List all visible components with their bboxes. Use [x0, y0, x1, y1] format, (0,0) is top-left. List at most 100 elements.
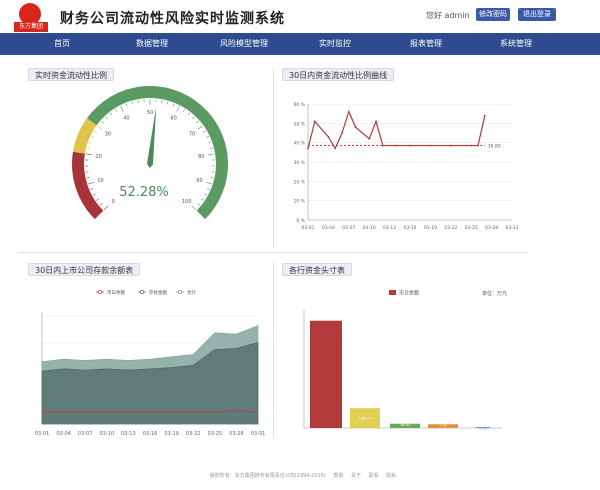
gauge-tick [206, 181, 212, 185]
divider-h [18, 252, 528, 253]
gauge-tick [114, 108, 118, 112]
line-point [341, 132, 343, 134]
gauge-tick [137, 100, 139, 104]
line-xtick: 03-28 [485, 225, 498, 231]
line-ytick: 20 % [294, 179, 306, 185]
gauge-tick [176, 105, 180, 112]
gauge-tick [105, 116, 108, 120]
system-title: 财务公司流动性风险实时监测系统 [60, 11, 285, 27]
area-xtick: 03-07 [78, 431, 93, 437]
line-ytick: 40 % [294, 141, 306, 147]
line-point [307, 147, 309, 150]
area-panel-title: 30日内上市公司存款余额表 [28, 263, 141, 276]
bar-unit-label: 单位：万元 [482, 290, 507, 297]
divider-v-bottom [273, 262, 274, 438]
gauge-tick [88, 141, 92, 144]
line-ytick: 10 % [294, 199, 306, 205]
line-xtick: 03-19 [424, 225, 437, 231]
nav-item-system[interactable]: 系统管理 [500, 33, 532, 55]
bar-panel-title: 各行资金头寸表 [282, 263, 352, 276]
area-xtick: 03-22 [186, 431, 201, 437]
nav-item-home[interactable]: 首页 [54, 33, 70, 55]
gauge-tick-label: 90 [196, 178, 202, 184]
gauge-tick [93, 130, 97, 133]
line-xtick: 03-10 [363, 225, 376, 231]
gauge-band-yellow [72, 118, 97, 154]
line-xtick: 03-22 [444, 225, 457, 231]
line-point [368, 137, 371, 140]
line-panel-title: 30日内资金流动性比例曲线 [282, 68, 395, 81]
nav-item-risk-model[interactable]: 风险模型管理 [220, 33, 268, 55]
gauge-tick [91, 136, 95, 138]
footer: 版权所有：东方集团财务有限责任公司(1994-2016) 帮助 关于 联系 隐私 [0, 472, 600, 479]
gauge-tick [97, 125, 103, 130]
area-legend-marker [178, 290, 182, 294]
area-xtick: 03-01 [35, 431, 50, 437]
app-header: 东方集团 财务公司流动性风险实时监测系统 您好 admin 修改密码 退出登录 [0, 0, 600, 33]
footer-link-help[interactable]: 帮助 [333, 473, 343, 479]
area-legend-marker [98, 290, 102, 294]
area-xtick: 03-10 [100, 431, 115, 437]
line-point [381, 144, 384, 147]
gauge-tick [208, 153, 215, 156]
line-ytick: 60 % [294, 102, 306, 108]
line-point [470, 144, 473, 147]
gauge-tick [92, 193, 96, 196]
line-point [334, 147, 337, 150]
line-xtick: 03-04 [322, 225, 335, 231]
divider-v-top [273, 68, 274, 248]
gauge-tick [99, 203, 103, 206]
line-point [395, 144, 398, 147]
area-legend-marker [140, 290, 144, 294]
line-xtick: 03-07 [342, 225, 355, 231]
bank-position-bar-chart: 市日余额 单位：万元 185.77 36.03 7.42 5.93 [303, 290, 507, 430]
line-point [483, 114, 486, 117]
gauge-tick-label: 20 [95, 154, 101, 160]
line-xtick: 03-16 [403, 225, 416, 231]
gauge-tick [96, 198, 99, 201]
gauge-tick [161, 100, 163, 104]
line-point [327, 135, 330, 138]
gauge-tick [109, 112, 113, 116]
line-xtick: 03-01 [301, 225, 314, 231]
main-nav: 首页 数据管理 风险模型管理 实时监控 报表管理 系统管理 [0, 33, 600, 55]
gauge-tick [208, 141, 212, 144]
footer-link-contact[interactable]: 联系 [369, 473, 379, 479]
area-xtick: 03-19 [164, 431, 179, 437]
gauge-value: 52.28% [119, 185, 169, 200]
line-point [347, 110, 350, 113]
line-point [449, 144, 452, 147]
line-point [409, 144, 411, 147]
line-xtick: 03-31 [505, 225, 518, 231]
gauge-tick [197, 125, 203, 130]
gauge-tick [192, 116, 195, 120]
user-greeting: 您好 admin [426, 11, 470, 20]
bar-legend-label: 市日余额 [399, 290, 419, 297]
gauge-tick [201, 198, 204, 201]
footer-link-about[interactable]: 关于 [351, 473, 361, 479]
nav-item-data[interactable]: 数据管理 [136, 33, 168, 55]
area-xtick: 03-13 [121, 431, 136, 437]
line-marker-label: 36.83 [488, 144, 501, 150]
gauge-tick [120, 105, 124, 112]
gauge-tick [101, 120, 104, 124]
area-xtick: 03-04 [56, 431, 71, 437]
nav-item-monitor[interactable]: 实时监控 [319, 33, 351, 55]
logout-button[interactable]: 退出登录 [518, 8, 556, 21]
change-password-button[interactable]: 修改密码 [476, 8, 510, 21]
gauge-panel-title: 实时资金流动性比例 [28, 68, 114, 81]
gauge-band-red [72, 151, 104, 220]
footer-copyright: 版权所有：东方集团财务有限责任公司(1994-2016) [209, 473, 326, 479]
gauge-tick-label: 30 [105, 131, 111, 137]
line-point [313, 120, 316, 123]
gauge-tick [196, 120, 199, 124]
gauge-tick [209, 147, 214, 149]
footer-link-privacy[interactable]: 隐私 [386, 473, 396, 479]
bar-label: 36.03 [400, 422, 411, 427]
area-xtick: 03-16 [143, 431, 158, 437]
gauge-tick [206, 188, 210, 191]
area-xtick: 03-25 [208, 431, 223, 437]
bar-label: 185.77 [358, 416, 372, 421]
gauge-tick [172, 103, 175, 107]
nav-item-report[interactable]: 报表管理 [410, 33, 442, 55]
